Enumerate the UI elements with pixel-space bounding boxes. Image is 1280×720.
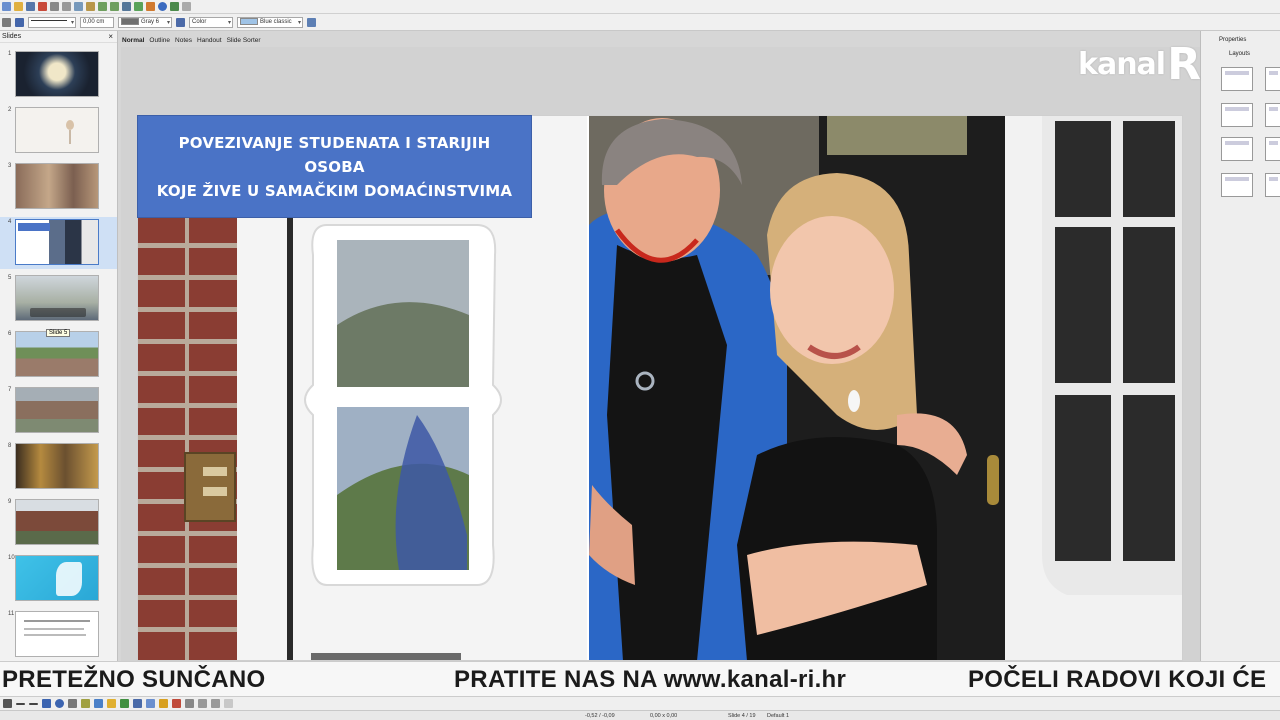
new-icon[interactable] <box>2 2 11 11</box>
image-icon[interactable] <box>134 2 143 11</box>
kanal-ri-logo: kanalR <box>1078 39 1201 90</box>
save-icon[interactable] <box>26 2 35 11</box>
slide-thumbnail-3[interactable]: 3 <box>0 161 117 213</box>
slide-title-line-1: POVEZIVANJE STUDENATA I STARIJIH OSOBA <box>178 133 491 176</box>
chart-icon[interactable] <box>146 2 155 11</box>
help-icon[interactable] <box>158 2 167 11</box>
ticker-item-news: POČELI RADOVI KOJI ĆE <box>968 666 1267 693</box>
layout-centered-text[interactable] <box>1221 137 1253 161</box>
slide-counter: Slide 4 / 19 <box>728 713 756 719</box>
impress-window: ▾ 0,00 cm Gray 6 ▾ Color ▾ Blue classic ▾ S… <box>0 0 1280 720</box>
line-style-icon[interactable] <box>15 17 24 27</box>
slide-title-line-2: KOJE ŽIVE U SAMAČKIM DOMAĆINSTVIMA <box>156 181 513 200</box>
ellipse-icon[interactable] <box>55 699 64 708</box>
tab-handout[interactable]: Handout <box>197 35 222 47</box>
status-bar: -0,52 / -0,09 0,00 x 0,00 Slide 4 / 19 D… <box>0 710 1280 720</box>
view-tabs: Normal Outline Notes Handout Slide Sorte… <box>122 35 261 47</box>
table-icon[interactable] <box>122 2 131 11</box>
select-arrow-icon[interactable] <box>3 699 12 708</box>
block-arrows-icon[interactable] <box>120 699 129 708</box>
open-icon[interactable] <box>14 2 23 11</box>
tab-slide-sorter[interactable]: Slide Sorter <box>227 35 261 47</box>
paste-icon[interactable] <box>86 2 95 11</box>
line-and-filling-toolbar: ▾ 0,00 cm Gray 6 ▾ Color ▾ Blue classic ▾ <box>0 14 1280 31</box>
slide-thumbnail-8[interactable]: 8 <box>0 441 117 493</box>
tab-notes[interactable]: Notes <box>175 35 192 47</box>
layout-two-content[interactable] <box>1221 103 1253 127</box>
symbol-shapes-icon[interactable] <box>107 699 116 708</box>
redo-icon[interactable] <box>110 2 119 11</box>
undo-icon[interactable] <box>98 2 107 11</box>
object-size: 0,00 x 0,00 <box>650 713 678 719</box>
layout-title-only[interactable] <box>1265 103 1280 127</box>
news-ticker: PRETEŽNO SUNČANO PRATITE NAS NA www.kana… <box>0 661 1280 697</box>
stars-icon[interactable] <box>159 699 168 708</box>
properties-title: Properties <box>1219 37 1247 43</box>
slide-thumbnail-4[interactable]: 4 <box>0 217 117 269</box>
rotate-icon[interactable] <box>185 699 194 708</box>
slide-thumbnail-1[interactable]: 1 <box>0 49 117 101</box>
line-icon[interactable] <box>16 702 25 705</box>
text-icon[interactable] <box>68 699 77 708</box>
layout-title-content[interactable] <box>1265 67 1280 91</box>
layout-title-4-content[interactable] <box>1265 173 1280 197</box>
line-width-field[interactable]: 0,00 cm <box>80 16 114 28</box>
arrange-icon[interactable] <box>211 699 220 708</box>
slide-thumbnail-5[interactable]: 5 <box>0 273 117 325</box>
line-style-select[interactable]: ▾ <box>28 16 76 28</box>
select-icon[interactable] <box>2 17 11 27</box>
current-slide[interactable]: POVEZIVANJE STUDENATA I STARIJIH OSOBA K… <box>137 115 1183 661</box>
layouts-label: Layouts <box>1229 51 1251 57</box>
arrow-line-icon[interactable] <box>29 702 38 705</box>
flowchart-icon[interactable] <box>133 699 142 708</box>
drawing-toolbar <box>0 697 1280 710</box>
slide-thumbnail-9[interactable]: 9 <box>0 497 117 549</box>
cut-icon[interactable] <box>62 2 71 11</box>
layout-title-slide[interactable] <box>1221 67 1253 91</box>
slide-thumbnail-7[interactable]: 7 <box>0 385 117 437</box>
tab-normal[interactable]: Normal <box>122 35 144 47</box>
export-pdf-icon[interactable] <box>38 2 47 11</box>
slide-workspace[interactable]: POVEZIVANJE STUDENATA I STARIJIH OSOBA K… <box>121 47 1200 661</box>
ticker-item-website: PRATITE NAS NA www.kanal-ri.hr <box>454 666 847 693</box>
layout-title-content-2[interactable] <box>1221 173 1253 197</box>
start-slideshow-icon[interactable] <box>170 2 179 11</box>
slide-tooltip: Slide 5 <box>46 329 71 337</box>
ticker-item-weather: PRETEŽNO SUNČANO <box>2 666 266 693</box>
basic-shapes-icon[interactable] <box>94 699 103 708</box>
properties-sidebar: Properties Layouts <box>1200 31 1280 661</box>
grid-icon[interactable] <box>182 2 191 11</box>
shadow-icon[interactable] <box>307 17 316 27</box>
3d-objects-icon[interactable] <box>172 699 181 708</box>
slide-thumbnail-10[interactable]: 10 <box>0 553 117 605</box>
slides-pane: Slides × 1 2 3 4 5 6 7 8 9 10 11 Slide 5 <box>0 31 118 661</box>
cursor-position: -0,52 / -0,09 <box>585 713 615 719</box>
curve-icon[interactable] <box>81 699 90 708</box>
fill-color-select[interactable]: Blue classic ▾ <box>237 16 303 28</box>
slide-thumbnail-11[interactable]: 11 <box>0 609 117 661</box>
align-icon[interactable] <box>198 699 207 708</box>
standard-toolbar <box>0 0 1280 14</box>
tab-outline[interactable]: Outline <box>149 35 170 47</box>
area-style-select[interactable]: Color ▾ <box>189 16 233 28</box>
close-icon[interactable]: × <box>108 31 113 43</box>
slide-title-box[interactable]: POVEZIVANJE STUDENATA I STARIJIH OSOBA K… <box>137 115 532 218</box>
layout-title-2-content[interactable] <box>1265 137 1280 161</box>
area-icon[interactable] <box>176 17 185 27</box>
extrusion-icon[interactable] <box>224 699 233 708</box>
callouts-icon[interactable] <box>146 699 155 708</box>
print-icon[interactable] <box>50 2 59 11</box>
slides-pane-header: Slides × <box>0 31 117 43</box>
copy-icon[interactable] <box>74 2 83 11</box>
master-slide-name: Default 1 <box>767 713 790 719</box>
slide-thumbnail-2[interactable]: 2 <box>0 105 117 157</box>
rectangle-icon[interactable] <box>42 699 51 708</box>
line-color-select[interactable]: Gray 6 ▾ <box>118 16 172 28</box>
